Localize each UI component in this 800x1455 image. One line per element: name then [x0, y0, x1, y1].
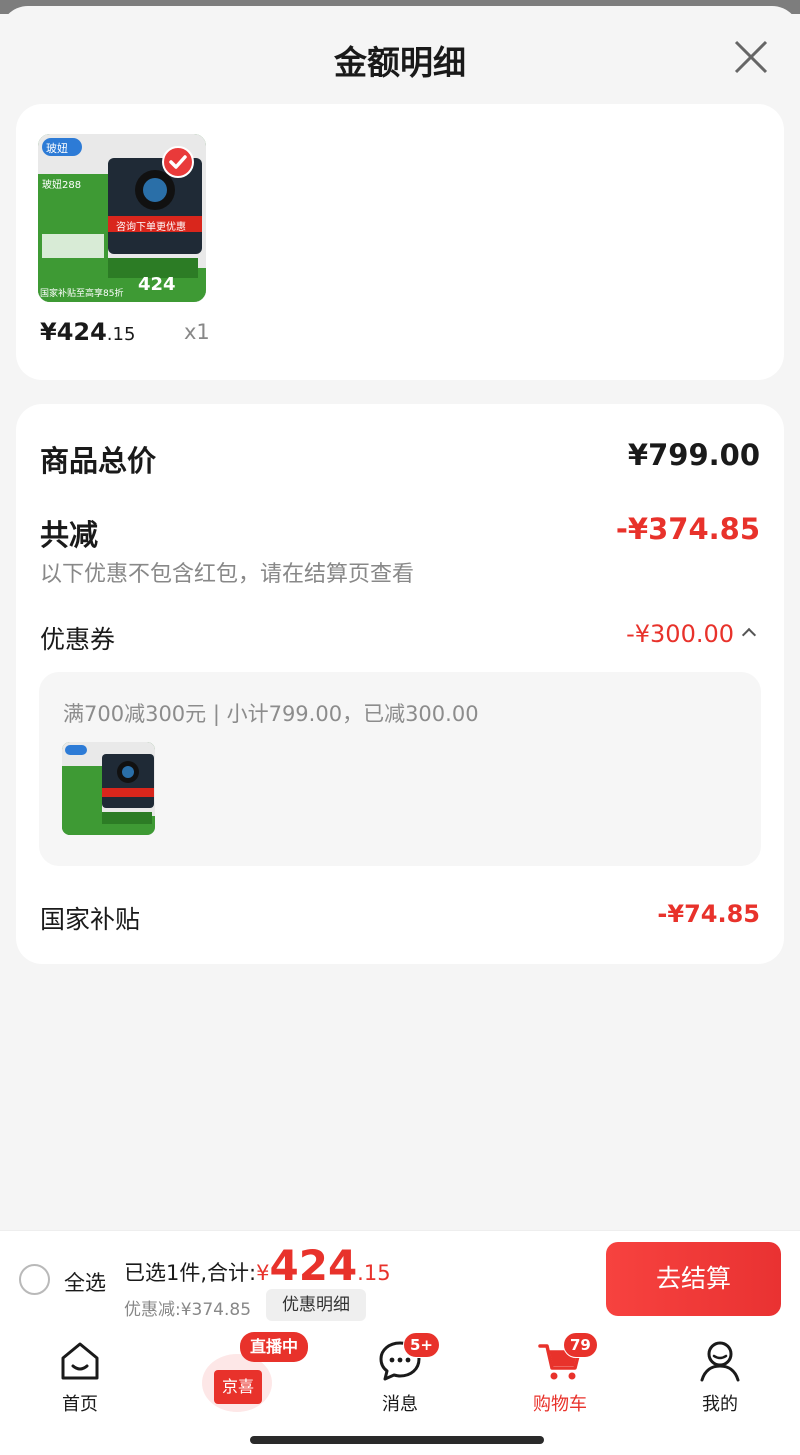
total-reduced-value: -¥374.85	[615, 512, 760, 546]
discount-detail-button[interactable]: 优惠明细	[266, 1289, 366, 1321]
tab-messages-label: 消息	[382, 1394, 418, 1415]
cart-badge: 79	[563, 1332, 598, 1358]
total-reduced-label: 共减	[40, 518, 99, 552]
red-packet-note: 以下优惠不包含红包，请在结算页查看	[40, 562, 415, 587]
page: 金额明细 玻妞 玻妞288 咨询下单更优惠 424 国家补贴至高享85折 ¥42…	[0, 0, 800, 1455]
thumb-subsidy: 国家补贴至高享85折	[40, 289, 124, 299]
tab-me[interactable]: 我的	[660, 1338, 780, 1418]
selected-check-icon	[162, 146, 194, 178]
national-subsidy-value: -¥74.85	[657, 900, 760, 928]
live-avatar-icon: 京喜	[202, 1354, 272, 1412]
coupon-product-thumbnail[interactable]	[62, 742, 155, 835]
coupon-detail-box: 满700减300元 | 小计799.00，已减300.00	[39, 672, 761, 866]
live-label: 京喜	[214, 1370, 262, 1404]
amount-detail-card: 商品总价 ¥799.00 共减 -¥374.85 以下优惠不包含红包，请在结算页…	[16, 404, 784, 964]
chevron-up-icon	[741, 627, 757, 643]
home-icon	[57, 1338, 103, 1384]
checkout-button[interactable]: 去结算	[606, 1242, 781, 1316]
total-summary: 已选1件,合计:¥424.15	[124, 1241, 391, 1290]
coupon-value: -¥300.00	[626, 620, 734, 648]
select-all-radio[interactable]	[19, 1264, 50, 1295]
total-amount: 424	[269, 1241, 358, 1290]
message-icon: 5+	[377, 1332, 441, 1384]
live-badge: 直播中	[240, 1332, 309, 1362]
thumb-price: 424	[138, 274, 176, 295]
home-indicator[interactable]	[250, 1436, 544, 1444]
select-all-label[interactable]: 全选	[64, 1267, 106, 1297]
tab-live[interactable]: 京喜 直播中	[200, 1332, 320, 1412]
cart-icon: 79	[537, 1332, 598, 1384]
discount-summary: 优惠减:¥374.85	[124, 1300, 252, 1320]
tab-cart[interactable]: 79 购物车	[500, 1332, 620, 1418]
close-icon[interactable]	[730, 36, 772, 78]
tab-home[interactable]: 首页	[20, 1338, 140, 1418]
coupon-toggle[interactable]: -¥300.00	[626, 620, 757, 648]
messages-badge: 5+	[403, 1332, 441, 1358]
tab-messages[interactable]: 5+ 消息	[340, 1332, 460, 1418]
coupon-description: 满700减300元 | 小计799.00，已减300.00	[63, 702, 479, 726]
product-price: ¥424.15	[40, 318, 136, 346]
tab-home-label: 首页	[62, 1394, 98, 1415]
goods-total-value: ¥799.00	[627, 438, 760, 472]
coupon-label: 优惠券	[40, 625, 116, 654]
amount-detail-sheet: 金额明细 玻妞 玻妞288 咨询下单更优惠 424 国家补贴至高享85折 ¥42…	[0, 6, 800, 1230]
thumb-banner: 咨询下单更优惠	[116, 222, 186, 233]
product-quantity: x1	[184, 320, 210, 344]
user-icon	[697, 1338, 743, 1384]
selected-count-text: 已选1件,合计:	[124, 1261, 257, 1285]
tab-me-label: 我的	[702, 1394, 738, 1415]
thumb-brand: 玻妞	[46, 142, 68, 155]
tab-cart-label: 购物车	[533, 1394, 587, 1415]
goods-total-label: 商品总价	[40, 444, 157, 478]
product-card: 玻妞 玻妞288 咨询下单更优惠 424 国家补贴至高享85折 ¥424.15 …	[16, 104, 784, 380]
sheet-title: 金额明细	[334, 43, 466, 82]
settle-bar: 全选 已选1件,合计:¥424.15 优惠减:¥374.85 优惠明细 去结算	[0, 1230, 800, 1328]
national-subsidy-label: 国家补贴	[40, 905, 141, 934]
thumb-model: 玻妞288	[42, 180, 82, 191]
